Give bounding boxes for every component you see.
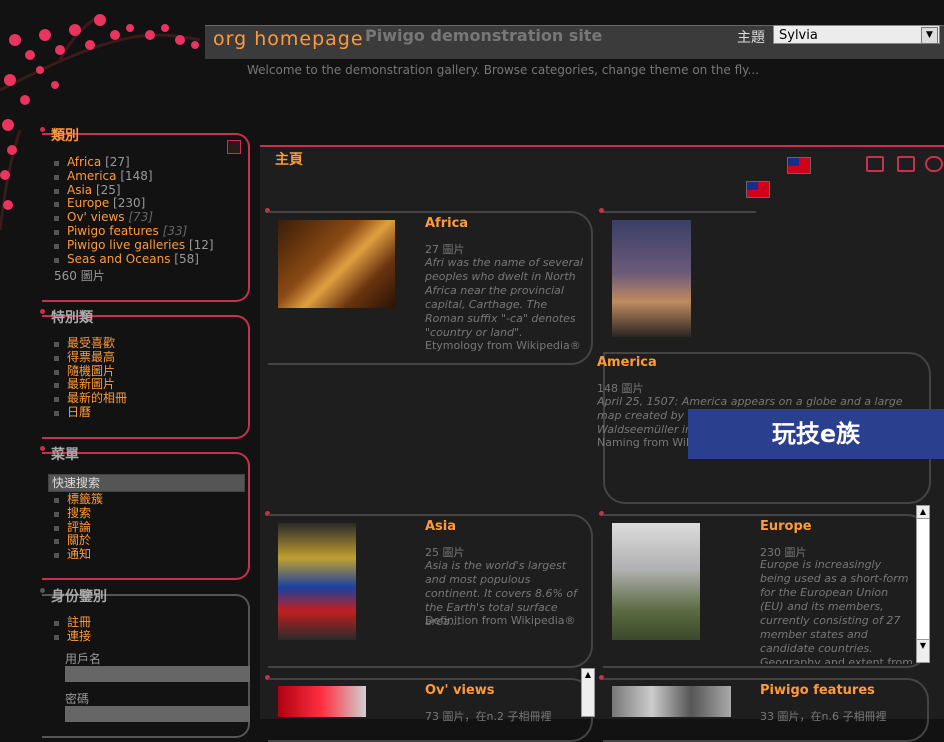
menu-notification[interactable]: 通知 xyxy=(53,547,243,562)
flag-icon[interactable] xyxy=(787,157,811,174)
menu-about[interactable]: 關於 xyxy=(53,534,243,548)
scroll-thumb[interactable] xyxy=(917,518,929,640)
calendar-icon[interactable] xyxy=(897,156,915,172)
specials-title: 特別類 xyxy=(51,310,93,326)
special-recent-albums[interactable]: 最新的相冊 xyxy=(53,391,243,406)
categories-list: Africa [27] America [148] Asia [25] Euro… xyxy=(53,155,243,267)
category-item-asia[interactable]: Asia [25] xyxy=(53,183,243,198)
quick-search-input[interactable]: 快速搜索 xyxy=(48,474,245,492)
asia-meta: 25 圖片 xyxy=(425,546,465,559)
europe-desc: Europe is increasingly being used as a s… xyxy=(760,558,909,655)
welcome-text: Welcome to the demonstration gallery. Br… xyxy=(247,63,759,77)
category-item-ovviews[interactable]: Ov' views [73] xyxy=(53,210,243,225)
collapse-icon[interactable] xyxy=(227,140,241,154)
africa-desc: Afri was the name of several peoples who… xyxy=(425,256,583,339)
africa-source: Etymology from Wikipedia® xyxy=(425,339,581,352)
site-title[interactable]: org homepage xyxy=(213,28,364,50)
login-link[interactable]: 連接 xyxy=(53,629,243,644)
category-item-live[interactable]: Piwigo live galleries [12] xyxy=(53,238,243,253)
features-thumbnail[interactable] xyxy=(612,686,731,717)
ovviews-meta: 73 圖片，在n.2 子相冊裡 xyxy=(425,710,552,723)
specials-list: 最受喜歡 得票最高 隨機圖片 最新圖片 最新的相冊 日曆 xyxy=(53,336,243,420)
special-calendar[interactable]: 日曆 xyxy=(53,405,243,420)
asia-thumbnail[interactable] xyxy=(278,523,356,640)
theme-label: 主題 xyxy=(737,30,765,46)
europe-thumbnail[interactable] xyxy=(612,523,700,640)
category-item-seas[interactable]: Seas and Oceans [58] xyxy=(53,252,243,267)
europe-scrollbar[interactable]: ▲ ▼ xyxy=(916,505,930,663)
africa-thumbnail[interactable] xyxy=(278,220,395,308)
menu-box-dot xyxy=(40,446,45,451)
menu-search[interactable]: 搜索 xyxy=(53,506,243,521)
main-title: 主頁 xyxy=(275,152,303,168)
username-label: 用戶名 xyxy=(65,652,102,666)
site-subtitle: Piwigo demonstration site xyxy=(365,26,603,45)
password-input[interactable] xyxy=(65,706,250,722)
specials-box-dot xyxy=(40,309,45,314)
category-item-features[interactable]: Piwigo features [33] xyxy=(53,224,243,239)
america-title[interactable]: America xyxy=(597,355,657,370)
identification-list: 註冊 連接 xyxy=(53,615,243,644)
flag-icon-2[interactable] xyxy=(746,181,770,198)
europe-title[interactable]: Europe xyxy=(760,519,812,534)
scroll-down-icon[interactable]: ▼ xyxy=(917,640,929,652)
asia-title[interactable]: Asia xyxy=(425,519,456,534)
america-thumbnail[interactable] xyxy=(612,220,691,337)
identification-title: 身份鑒別 xyxy=(51,589,107,605)
features-title[interactable]: Piwigo features xyxy=(760,683,875,698)
america-dot xyxy=(599,208,604,213)
america-meta: 148 圖片 xyxy=(597,382,644,395)
thumbnails-view-icon[interactable] xyxy=(866,156,884,172)
africa-title[interactable]: Africa xyxy=(425,216,468,231)
identification-box-dot xyxy=(40,588,45,593)
username-input[interactable] xyxy=(65,666,250,682)
ovviews-title[interactable]: Ov' views xyxy=(425,683,495,698)
theme-select[interactable]: Sylvia ▼ xyxy=(773,25,940,44)
europe-desc-scroll: Europe is increasingly being used as a s… xyxy=(760,558,913,664)
menu-tags[interactable]: 標籤簇 xyxy=(53,492,243,507)
special-best-rated[interactable]: 得票最高 xyxy=(53,350,243,365)
scroll-up-icon-2[interactable]: ▲ xyxy=(582,669,594,681)
theme-select-value: Sylvia xyxy=(779,28,818,43)
ovviews-thumbnail[interactable] xyxy=(278,686,366,717)
ovviews-scrollbar[interactable]: ▲ xyxy=(581,668,595,717)
africa-meta: 27 圖片 xyxy=(425,243,465,256)
special-most-visited[interactable]: 最受喜歡 xyxy=(53,336,243,351)
watermark-banner: 玩技e族 xyxy=(688,409,944,459)
europe-source: Geography and extent from Wikipedia® xyxy=(760,656,913,664)
menu-list: 標籤簇 搜索 評論 關於 通知 xyxy=(53,492,243,562)
menu-title: 菜單 xyxy=(51,447,79,463)
categories-total: 560 圖片 xyxy=(54,269,105,283)
asia-source: Definition from Wikipedia® xyxy=(425,614,576,627)
features-meta: 33 圖片，在n.6 子相冊裡 xyxy=(760,710,887,723)
camera-icon[interactable] xyxy=(925,156,943,172)
categories-box-dot xyxy=(40,127,45,132)
category-item-africa[interactable]: Africa [27] xyxy=(53,155,243,170)
chevron-down-icon[interactable]: ▼ xyxy=(921,27,938,44)
categories-title: 類別 xyxy=(51,128,79,144)
category-item-europe[interactable]: Europe [230] xyxy=(53,196,243,211)
category-item-america[interactable]: America [148] xyxy=(53,169,243,184)
scroll-up-icon[interactable]: ▲ xyxy=(917,506,929,518)
register-link[interactable]: 註冊 xyxy=(53,615,243,630)
password-label: 密碼 xyxy=(65,692,90,706)
america-topline xyxy=(603,211,756,213)
